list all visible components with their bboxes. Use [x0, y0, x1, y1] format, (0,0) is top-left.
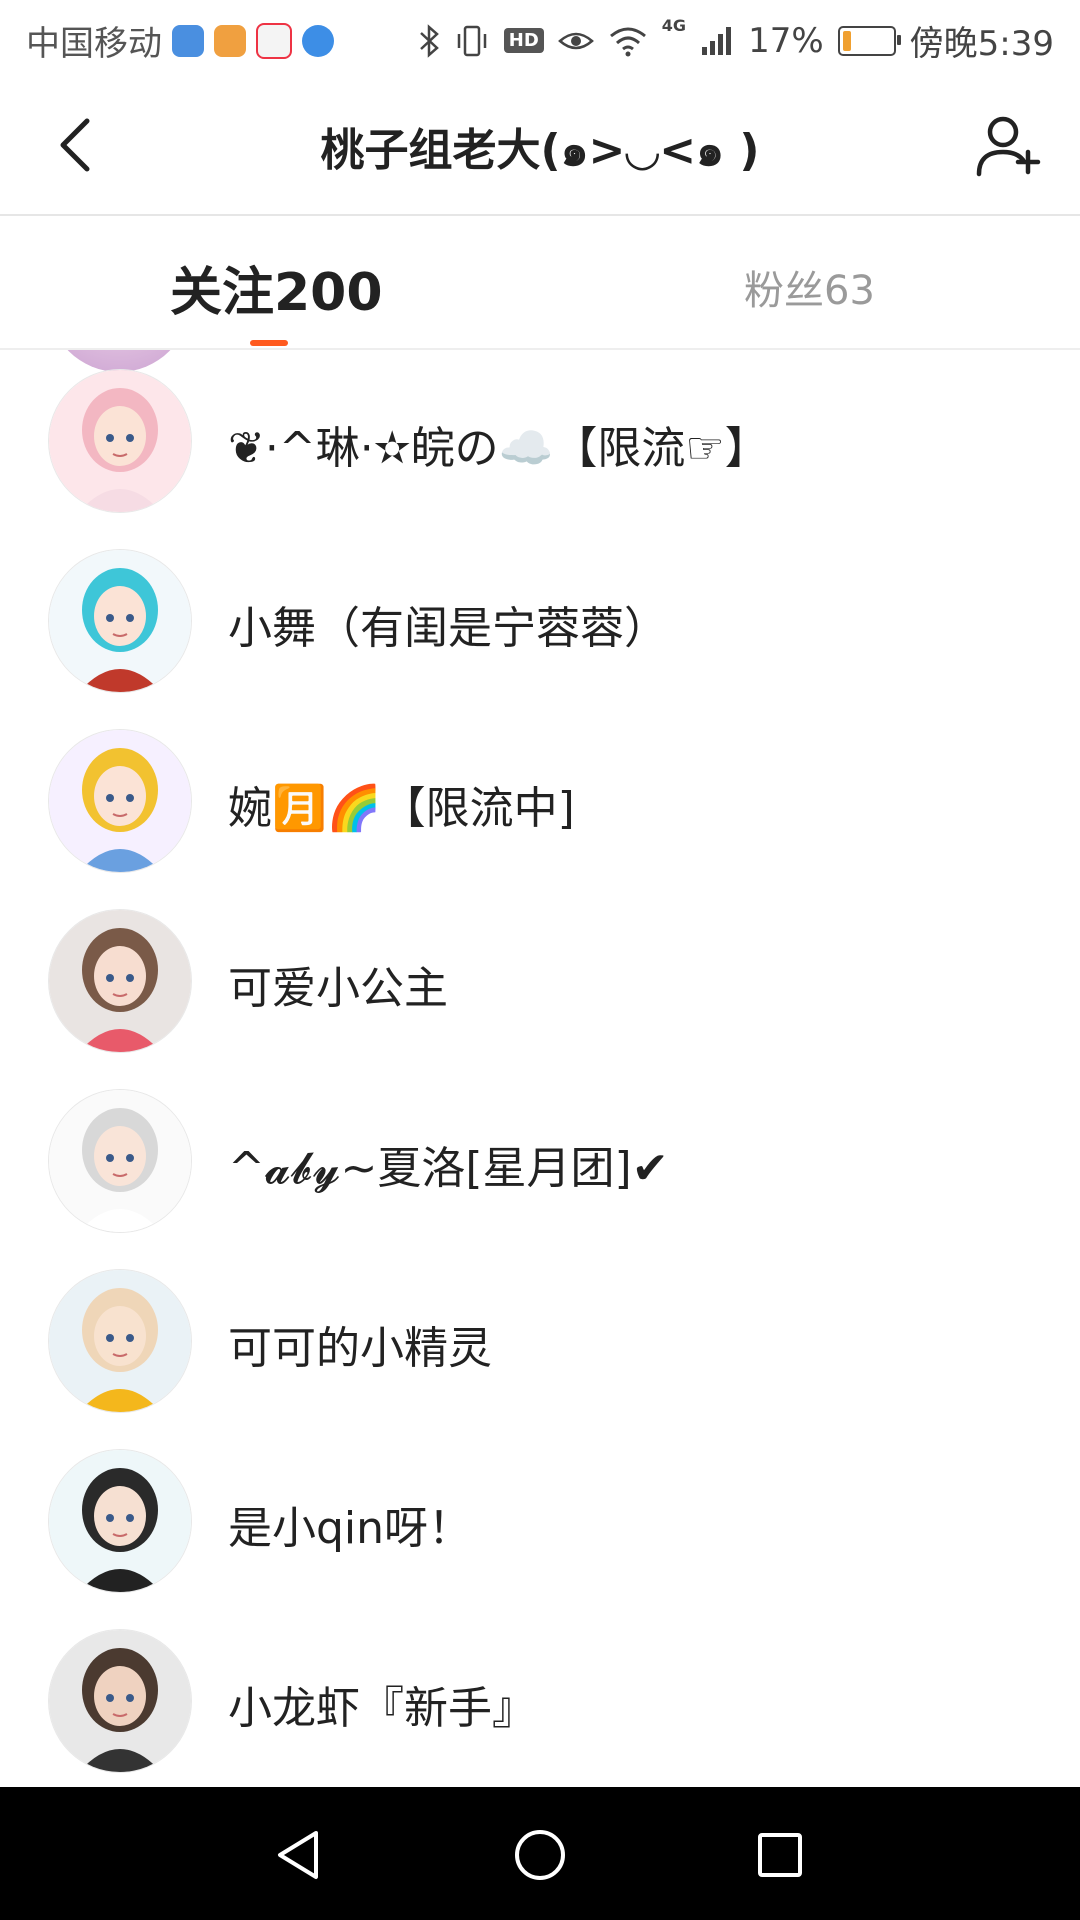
header: 桃子组老大(๑>◡<๑ ) — [0, 74, 1080, 216]
screen: 中国移动 HD 4G 17% 傍晚5:39 桃子组老大(๑>◡<๑ ) 关注20… — [0, 0, 1080, 1920]
clock: 傍晚5:39 — [909, 24, 1054, 64]
following-list[interactable]: ❦·^琳·✫皖の☁️【限流☞】 小舞（有闺是宁蓉蓉） 婉🈷️🌈【限流中] 可爱小公主 ^… — [0, 350, 1080, 1787]
back-arrow-icon — [60, 118, 90, 172]
video-app-icon — [214, 24, 246, 57]
avatar[interactable] — [48, 549, 192, 693]
list-item[interactable]: 婉🈷️🌈【限流中] — [0, 710, 1080, 890]
tab-bar: 关注200 粉丝63 — [0, 216, 1080, 350]
list-item[interactable]: 可可的小精灵 — [0, 1250, 1080, 1430]
status-bar: 中国移动 HD 4G 17% 傍晚5:39 — [0, 0, 1080, 74]
shield-app-icon — [172, 24, 204, 57]
nav-recents-icon — [758, 1833, 802, 1877]
add-user-button[interactable] — [970, 108, 1046, 184]
avatar[interactable] — [48, 909, 192, 1053]
list-item[interactable]: 小舞（有闺是宁蓉蓉） — [0, 530, 1080, 710]
system-nav-bar — [0, 1787, 1080, 1920]
signal-icon — [702, 26, 732, 55]
add-user-icon — [976, 116, 1041, 177]
nav-home-icon — [515, 1830, 565, 1880]
avatar[interactable] — [48, 369, 192, 513]
username: ^𝓪𝓫𝔂~夏洛[星月团]✔ — [228, 1143, 669, 1194]
tab-fans[interactable]: 粉丝63 — [744, 258, 875, 316]
username: 小舞（有闺是宁蓉蓉） — [228, 603, 668, 654]
status-right: HD 4G 17% 傍晚5:39 — [418, 16, 1054, 65]
nav-back-icon — [278, 1831, 318, 1879]
username: 可爱小公主 — [228, 963, 448, 1014]
battery-fill — [842, 30, 851, 51]
tab-following[interactable]: 关注200 — [170, 250, 383, 325]
baidu-app-icon — [256, 22, 292, 59]
vibrate-icon — [457, 25, 487, 56]
username: ❦·^琳·✫皖の☁️【限流☞】 — [228, 423, 769, 474]
username: 小龙虾『新手』 — [228, 1683, 536, 1734]
page-title: 桃子组老大(๑>◡<๑ ) — [320, 125, 760, 176]
nav-recents-button[interactable] — [740, 1815, 820, 1895]
avatar[interactable] — [48, 729, 192, 873]
username: 婉🈷️🌈【限流中] — [228, 783, 575, 834]
username: 是小qin呀！ — [228, 1503, 473, 1554]
avatar[interactable] — [48, 1629, 192, 1773]
username: 可可的小精灵 — [228, 1323, 492, 1374]
carrier-label: 中国移动 — [26, 24, 162, 64]
nav-back-button[interactable] — [260, 1815, 340, 1895]
list-item[interactable]: ❦·^琳·✫皖の☁️【限流☞】 — [0, 350, 1080, 530]
battery-percent: 17% — [748, 20, 824, 61]
list-item[interactable]: 小龙虾『新手』 — [0, 1610, 1080, 1787]
avatar[interactable] — [48, 1449, 192, 1593]
hd-icon: HD — [503, 28, 544, 53]
eye-icon — [557, 32, 594, 49]
tab-indicator — [250, 340, 288, 346]
battery-icon — [837, 25, 901, 56]
avatar[interactable] — [48, 1269, 192, 1413]
bluetooth-icon — [419, 23, 439, 58]
list-item[interactable]: 是小qin呀！ — [0, 1430, 1080, 1610]
network-type: 4G — [661, 16, 687, 35]
list-item[interactable]: ^𝓪𝓫𝔂~夏洛[星月团]✔ — [0, 1070, 1080, 1250]
wifi-icon — [609, 27, 646, 56]
status-left: 中国移动 — [26, 16, 334, 65]
list-item[interactable]: 可爱小公主 — [0, 890, 1080, 1070]
back-button[interactable] — [40, 110, 110, 180]
nav-home-button[interactable] — [500, 1815, 580, 1895]
browser-app-icon — [302, 24, 334, 57]
avatar[interactable] — [48, 1089, 192, 1233]
